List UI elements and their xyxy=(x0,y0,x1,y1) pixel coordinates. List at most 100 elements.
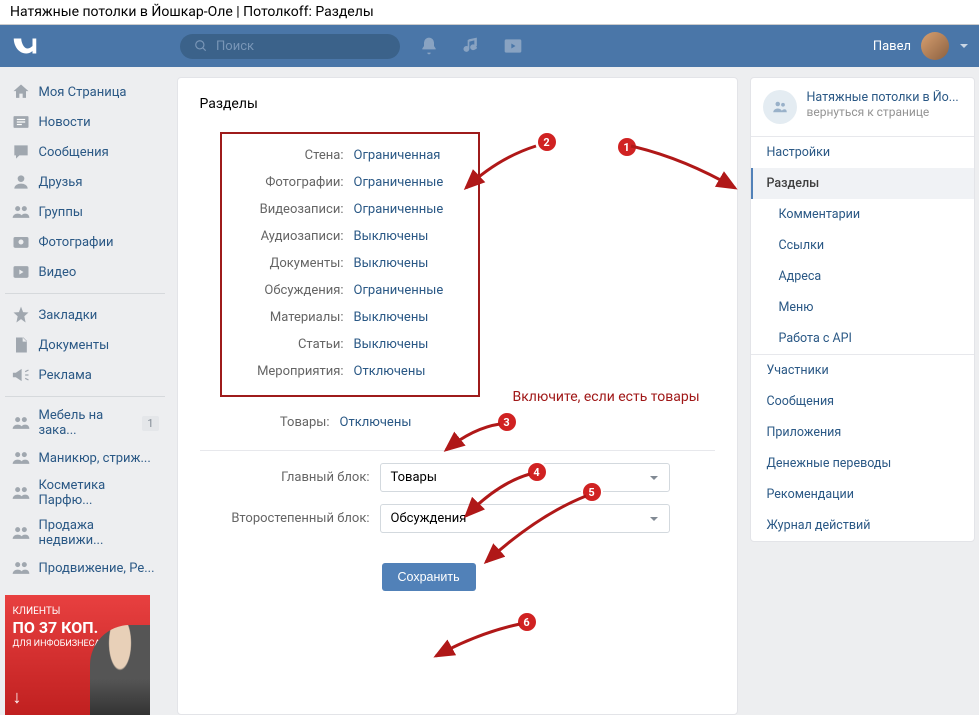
ad-line1: КЛИЕНТЫ xyxy=(13,605,142,618)
window-title: Натяжные потолки в Йошкар-Оле | Потолкоf… xyxy=(0,0,979,25)
save-button[interactable]: Сохранить xyxy=(382,563,476,591)
nav-label: Маникюр, стриж... xyxy=(39,451,151,466)
group-name: Натяжные потолки в Йо... xyxy=(807,90,959,105)
right-menu-item[interactable]: Меню xyxy=(751,292,974,323)
nav-item[interactable]: Видео xyxy=(5,257,165,287)
nav-item[interactable]: Друзья xyxy=(5,167,165,197)
nav-item[interactable]: Новости xyxy=(5,107,165,137)
setting-row: Аудиозаписи: Выключены xyxy=(234,223,466,250)
setting-value[interactable]: Выключены xyxy=(354,337,429,352)
video-icon xyxy=(11,262,31,282)
right-menu-item[interactable]: Настройки xyxy=(751,137,974,168)
nav-item[interactable]: Продажа недвижи... xyxy=(5,513,165,553)
nav-label: Друзья xyxy=(39,175,83,190)
nav-label: Продвижение, Ре... xyxy=(39,561,155,576)
user-menu[interactable]: Павел xyxy=(873,32,969,60)
nav-label: Продажа недвижи... xyxy=(39,518,159,548)
right-menu-item[interactable]: Журнал действий xyxy=(751,510,974,541)
group-icon xyxy=(763,90,797,124)
avatar xyxy=(921,32,949,60)
products-row: Товары: Отключены xyxy=(220,407,715,438)
annotation-arrow-6 xyxy=(428,618,528,663)
setting-value[interactable]: Отключены xyxy=(354,364,426,379)
ads-icon xyxy=(11,365,31,385)
annotation-3-badge: 3 xyxy=(498,413,516,431)
nav-item[interactable]: Группы xyxy=(5,197,165,227)
vk-logo-icon[interactable] xyxy=(10,31,40,61)
products-value[interactable]: Отключены xyxy=(340,415,412,430)
main-panel: Разделы Стена: Ограниченная Фотографии: … xyxy=(177,77,738,715)
star-icon xyxy=(11,305,31,325)
setting-value[interactable]: Выключены xyxy=(354,229,429,244)
bell-icon[interactable] xyxy=(419,36,439,56)
setting-value[interactable]: Ограниченные xyxy=(354,202,444,217)
right-menu-item[interactable]: Приложения xyxy=(751,417,974,448)
nav-label: Видео xyxy=(39,265,77,280)
main-block-row: Главный блок: Товары xyxy=(220,463,715,492)
setting-row: Документы: Выключены xyxy=(234,250,466,277)
top-header: Поиск Павел xyxy=(0,25,979,67)
search-input[interactable]: Поиск xyxy=(180,34,400,59)
group-header[interactable]: Натяжные потолки в Йо... вернуться к стр… xyxy=(751,78,974,136)
nav-label: Закладки xyxy=(39,308,98,323)
main-block-select[interactable]: Товары xyxy=(380,463,670,492)
nav-item[interactable]: Документы xyxy=(5,330,165,360)
setting-label: Материалы: xyxy=(234,310,344,325)
right-menu-item[interactable]: Рекомендации xyxy=(751,479,974,510)
chevron-down-icon xyxy=(649,514,659,524)
right-menu-item[interactable]: Работа с API xyxy=(751,323,974,354)
nav-item[interactable]: Продвижение, Ре... xyxy=(5,553,165,583)
annotation-2-badge: 2 xyxy=(538,133,556,151)
nav-label: Документы xyxy=(39,338,110,353)
right-menu-item[interactable]: Ссылки xyxy=(751,230,974,261)
photo-icon xyxy=(11,232,31,252)
friends-icon xyxy=(11,172,31,192)
group-icon xyxy=(11,448,31,468)
setting-value[interactable]: Выключены xyxy=(354,310,429,325)
nav-item[interactable]: Фотографии xyxy=(5,227,165,257)
play-icon[interactable] xyxy=(503,36,523,56)
nav-badge: 1 xyxy=(142,416,158,431)
setting-label: Статьи: xyxy=(234,337,344,352)
setting-value[interactable]: Ограниченные xyxy=(354,175,444,190)
setting-value[interactable]: Выключены xyxy=(354,256,429,271)
nav-item[interactable]: Реклама xyxy=(5,360,165,390)
news-icon xyxy=(11,112,31,132)
nav-item[interactable]: Косметика Парфю... xyxy=(5,473,165,513)
search-placeholder: Поиск xyxy=(216,39,254,54)
nav-item[interactable]: Моя Страница xyxy=(5,77,165,107)
ad-banner[interactable]: КЛИЕНТЫ ПО 37 КОП. ДЛЯ ИНФОБИЗНЕСА ↓ xyxy=(5,595,150,715)
annotation-text: Включите, если есть товары xyxy=(513,388,700,406)
secondary-block-select[interactable]: Обсуждения xyxy=(380,504,670,533)
main-block-value: Товары xyxy=(391,470,437,485)
right-menu-item[interactable]: Денежные переводы xyxy=(751,448,974,479)
setting-label: Документы: xyxy=(234,256,344,271)
back-link[interactable]: вернуться к странице xyxy=(807,105,959,119)
nav-item[interactable]: Маникюр, стриж... xyxy=(5,443,165,473)
setting-label: Обсуждения: xyxy=(234,283,344,298)
right-menu-item[interactable]: Сообщения xyxy=(751,386,974,417)
nav-item[interactable]: Мебель на зака...1 xyxy=(5,403,165,443)
nav-item[interactable]: Закладки xyxy=(5,300,165,330)
nav-label: Группы xyxy=(39,205,83,220)
setting-row: Материалы: Выключены xyxy=(234,304,466,331)
setting-row: Стена: Ограниченная xyxy=(234,142,466,169)
groups-icon xyxy=(11,202,31,222)
nav-label: Косметика Парфю... xyxy=(39,478,159,508)
left-sidebar: Моя Страница НовостиСообщения Друзья Группы… xyxy=(5,77,165,715)
nav-label: Моя Страница xyxy=(39,85,127,100)
nav-label: Реклама xyxy=(39,368,92,383)
right-menu-item[interactable]: Участники xyxy=(751,355,974,386)
setting-label: Видеозаписи: xyxy=(234,202,344,217)
group-icon xyxy=(11,523,31,543)
setting-value[interactable]: Ограниченные xyxy=(354,283,444,298)
right-menu-item[interactable]: Разделы xyxy=(751,168,974,199)
setting-row: Статьи: Выключены xyxy=(234,331,466,358)
annotation-5-badge: 5 xyxy=(583,483,601,501)
right-menu-item[interactable]: Комментарии xyxy=(751,199,974,230)
group-icon xyxy=(11,558,31,578)
music-icon[interactable] xyxy=(461,36,481,56)
nav-item[interactable]: Сообщения xyxy=(5,137,165,167)
right-menu-item[interactable]: Адреса xyxy=(751,261,974,292)
setting-value[interactable]: Ограниченная xyxy=(354,148,441,163)
